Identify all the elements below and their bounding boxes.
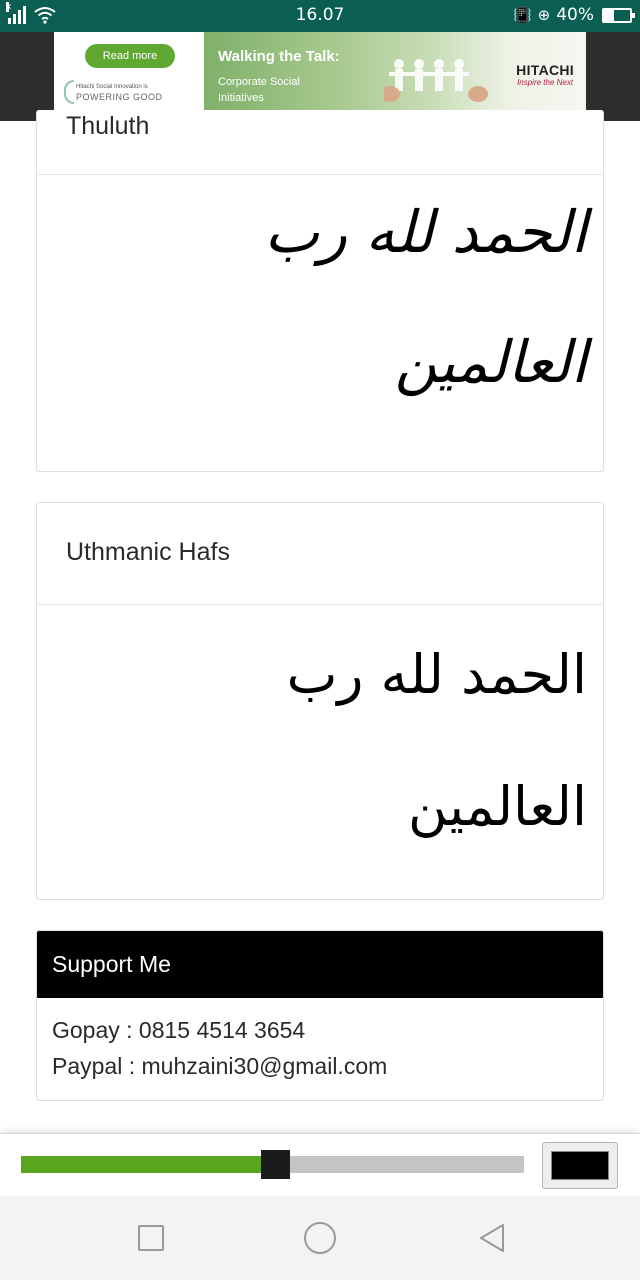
- bottom-controls: [0, 1133, 640, 1196]
- status-bar: x 16.07 📳 ⊕ 40%: [0, 0, 640, 32]
- ad-strip: Read more Hitachi Social Innovation is P…: [0, 32, 640, 121]
- card-title: Thuluth: [66, 112, 150, 140]
- ad-logo-icon: [64, 80, 74, 104]
- arabic-text-line: الحمد لله رب: [286, 643, 587, 706]
- ad-banner[interactable]: Read more Hitachi Social Innovation is P…: [54, 32, 586, 121]
- battery-icon: [602, 7, 635, 23]
- battery-fill: [604, 9, 615, 21]
- color-swatch: [551, 1151, 609, 1180]
- support-card: Support Me Gopay : 0815 4514 3654 Paypal…: [36, 930, 604, 1101]
- card-header: Thuluth: [37, 110, 603, 175]
- ad-subline: Corporate Social Initiatives: [218, 76, 300, 104]
- size-slider-fill: [21, 1156, 273, 1173]
- size-slider-thumb[interactable]: [261, 1150, 290, 1179]
- font-card-uthmanic-hafs: Uthmanic Hafs الحمد لله رب العالمين: [36, 502, 604, 900]
- arabic-text-line: العالمين: [407, 775, 587, 838]
- home-icon[interactable]: [302, 1220, 338, 1256]
- arabic-text-line: العالمين: [394, 328, 587, 396]
- paper-people-icon: [384, 59, 488, 102]
- ad-headline: Walking the Talk:: [218, 48, 340, 65]
- ad-brand: HITACHI Inspire the Next: [516, 62, 574, 87]
- ad-image-panel: Walking the Talk: Corporate Social Initi…: [204, 32, 586, 121]
- card-header: Uthmanic Hafs: [37, 503, 603, 605]
- ad-brand-tagline: Inspire the Next: [517, 78, 574, 87]
- navigation-bar: [0, 1196, 640, 1280]
- card-title: Uthmanic Hafs: [66, 538, 230, 566]
- arabic-text-line: الحمد لله رب: [264, 198, 587, 266]
- ad-logo-big-text: POWERING GOOD: [76, 92, 163, 102]
- vibrate-icon: 📳: [512, 6, 532, 24]
- battery-percent: 40%: [556, 5, 594, 25]
- back-icon[interactable]: [474, 1220, 510, 1256]
- status-right: 📳 ⊕ 40%: [512, 5, 635, 25]
- support-header: Support Me: [37, 931, 603, 998]
- ad-left-panel: Read more Hitachi Social Innovation is P…: [54, 32, 204, 121]
- ad-brand-name: HITACHI: [516, 62, 574, 78]
- recent-apps-icon[interactable]: [133, 1220, 169, 1256]
- paypal-text: Paypal : muhzaini30@gmail.com: [52, 1053, 388, 1079]
- ad-read-more-button[interactable]: Read more: [85, 44, 175, 68]
- support-title: Support Me: [52, 951, 171, 977]
- color-picker-button[interactable]: [542, 1142, 618, 1189]
- data-saver-icon: ⊕: [537, 6, 551, 24]
- font-card-thuluth: Thuluth الحمد لله رب العالمين: [36, 110, 604, 472]
- gopay-text: Gopay : 0815 4514 3654: [52, 1017, 306, 1043]
- ad-logo-small-text: Hitachi Social Innovation is: [76, 84, 148, 90]
